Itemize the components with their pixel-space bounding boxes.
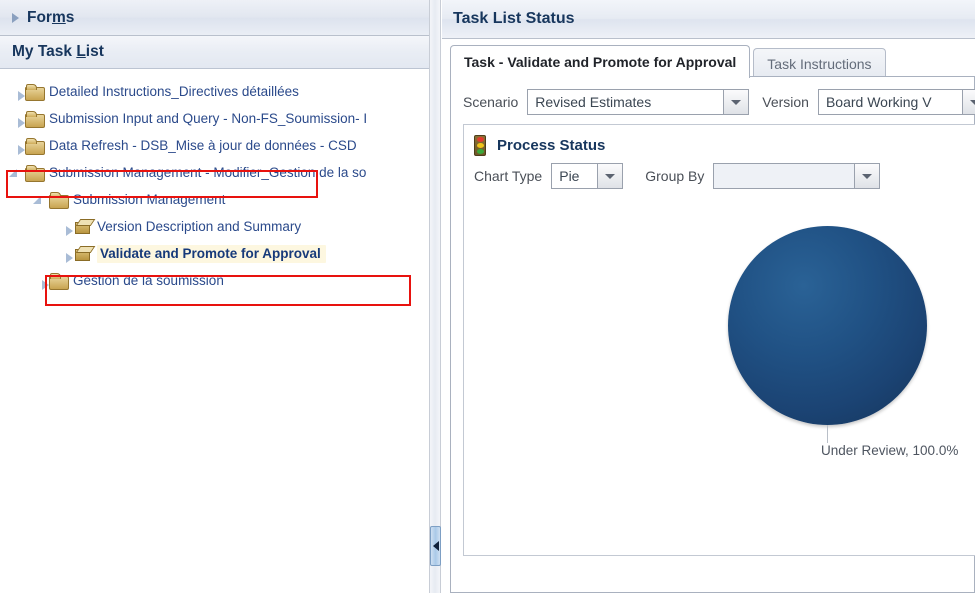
- left-panel: Forms My Task List Detailed Instructions…: [0, 0, 430, 593]
- tree-item-label: Submission Input and Query - Non-FS_Soum…: [49, 111, 368, 126]
- tree-item-label: Submission Management - Modifier_Gestion…: [49, 165, 367, 180]
- my-task-list-header[interactable]: My Task List: [0, 36, 429, 69]
- folder-icon: [49, 272, 69, 290]
- scenario-label: Scenario: [463, 94, 519, 110]
- panel-splitter[interactable]: [429, 0, 441, 593]
- tree-item[interactable]: Gestion de la soumission: [0, 267, 429, 294]
- tab-strip: Task - Validate and Promote for Approval…: [450, 44, 975, 78]
- chevron-down-icon[interactable]: [854, 164, 880, 188]
- tree-item-label: Detailed Instructions_Directives détaill…: [49, 84, 299, 99]
- scenario-select[interactable]: Revised Estimates: [527, 89, 750, 115]
- chevron-down-icon[interactable]: [597, 164, 623, 188]
- tab-panel-content: Scenario Revised Estimates Version Board…: [450, 76, 975, 593]
- pie-slice-label: Under Review, 100.0%: [821, 443, 959, 458]
- my-task-list-label: My Task List: [12, 43, 104, 60]
- filter-bar: Scenario Revised Estimates Version Board…: [463, 89, 975, 115]
- cube-icon: [73, 218, 92, 235]
- tree-item[interactable]: Submission Management: [0, 186, 429, 213]
- expand-toggle-closed-icon[interactable]: [54, 246, 73, 263]
- page-title: Task List Status: [453, 10, 575, 27]
- folder-icon: [25, 164, 45, 182]
- collapse-left-icon: [432, 541, 439, 551]
- traffic-light-icon: [474, 135, 486, 156]
- group-by-label: Group By: [645, 168, 705, 184]
- expand-toggle-closed-icon[interactable]: [54, 219, 73, 236]
- tab-task-validate-and-promote[interactable]: Task - Validate and Promote for Approval: [450, 45, 751, 78]
- expand-toggle-closed-icon[interactable]: [6, 138, 25, 155]
- expand-toggle-closed-icon[interactable]: [30, 273, 49, 290]
- tree-item[interactable]: Version Description and Summary: [0, 213, 429, 240]
- tree-item-label: Version Description and Summary: [97, 219, 302, 234]
- chart-type-value: Pie: [559, 168, 580, 184]
- right-panel: Task List Status Task - Validate and Pro…: [442, 0, 975, 593]
- tab-label: Task - Validate and Promote for Approval: [464, 54, 737, 70]
- folder-icon: [49, 191, 69, 209]
- process-status-title: Process Status: [474, 135, 605, 156]
- chevron-down-icon[interactable]: [961, 90, 975, 114]
- expand-toggle-closed-icon[interactable]: [6, 84, 25, 101]
- collapse-left-panel-button[interactable]: [430, 526, 441, 566]
- folder-icon: [25, 83, 45, 101]
- scenario-value: Revised Estimates: [535, 94, 652, 110]
- tree-item[interactable]: Validate and Promote for Approval: [0, 240, 429, 267]
- tab-task-instructions[interactable]: Task Instructions: [753, 48, 886, 78]
- version-value: Board Working V: [825, 94, 932, 110]
- expand-toggle-closed-icon[interactable]: [6, 111, 25, 128]
- tree-item[interactable]: Submission Management - Modifier_Gestion…: [0, 159, 429, 186]
- chevron-right-icon: [12, 12, 19, 23]
- pie-label-leader-line: [827, 425, 828, 443]
- folder-icon: [25, 110, 45, 128]
- forms-panel-header[interactable]: Forms: [0, 0, 429, 36]
- group-by-select[interactable]: [713, 163, 881, 189]
- task-list-tree: Detailed Instructions_Directives détaill…: [0, 69, 429, 593]
- chart-type-label: Chart Type: [474, 168, 543, 184]
- task-list-status-header: Task List Status: [442, 0, 975, 39]
- tree-item[interactable]: Detailed Instructions_Directives détaill…: [0, 78, 429, 105]
- folder-icon: [25, 137, 45, 155]
- tree-item-label: Data Refresh - DSB_Mise à jour de donnée…: [49, 138, 357, 153]
- process-status-label: Process Status: [497, 137, 606, 154]
- version-select[interactable]: Board Working V: [817, 89, 975, 115]
- cube-icon: [73, 245, 92, 262]
- tree-item[interactable]: Data Refresh - DSB_Mise à jour de donnée…: [0, 132, 429, 159]
- process-status-pie-chart[interactable]: [728, 226, 927, 425]
- tree-item[interactable]: Submission Input and Query - Non-FS_Soum…: [0, 105, 429, 132]
- tree-item-label: Gestion de la soumission: [73, 273, 224, 288]
- tree-item-label: Submission Management: [73, 192, 226, 207]
- tab-label: Task Instructions: [767, 55, 872, 72]
- version-label: Version: [762, 94, 809, 110]
- chart-controls: Chart Type Pie Group By: [474, 163, 881, 189]
- expand-toggle-open-icon[interactable]: [6, 165, 22, 180]
- tree-item-label: Validate and Promote for Approval: [97, 244, 326, 263]
- chart-type-select[interactable]: Pie: [551, 163, 624, 189]
- application-window: Forms My Task List Detailed Instructions…: [0, 0, 975, 593]
- process-status-card: Process Status Chart Type Pie Group By U…: [463, 124, 975, 556]
- forms-header-label: Forms: [27, 8, 75, 26]
- chevron-down-icon[interactable]: [723, 90, 749, 114]
- expand-toggle-open-icon[interactable]: [30, 192, 46, 207]
